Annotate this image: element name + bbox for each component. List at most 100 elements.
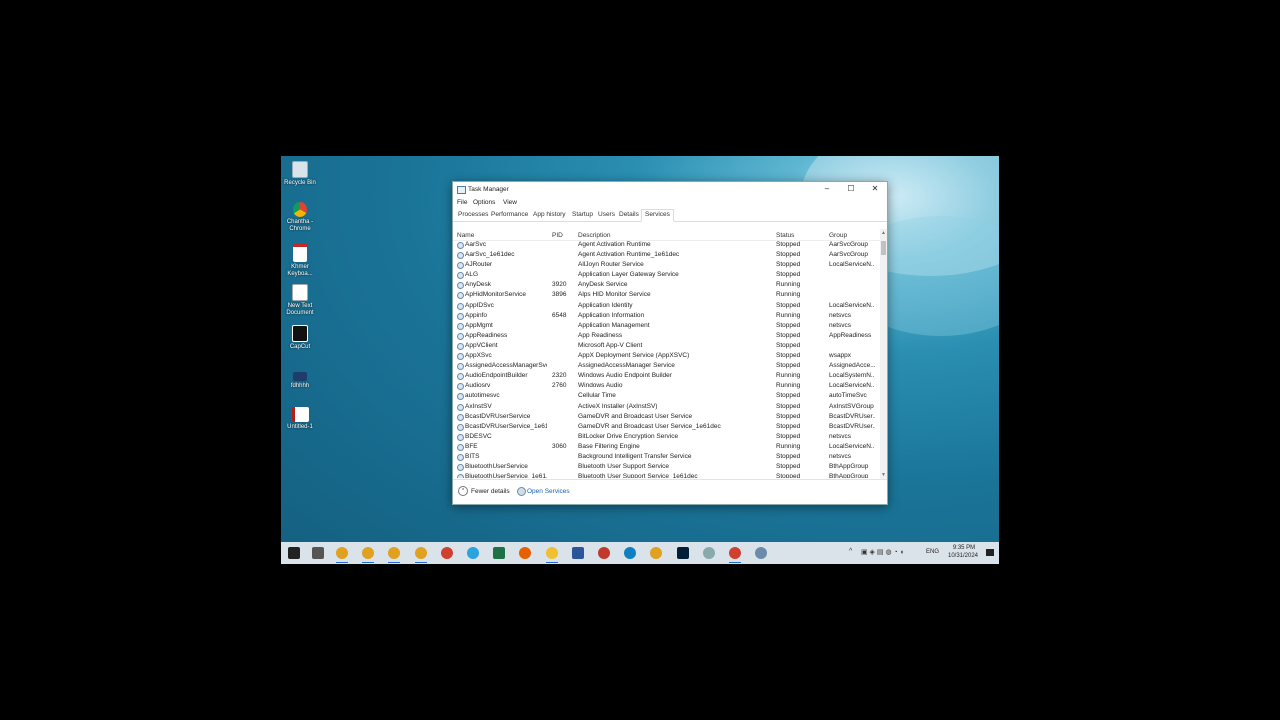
service-name: autotimesvc [465,392,500,400]
table-row[interactable]: AppIDSvc Application Identity Stopped Local… [453,301,879,311]
table-row[interactable]: AssignedAccessManagerSvc AssignedAccessMa… [453,361,879,371]
vertical-scrollbar[interactable]: ▲ ▼ [880,229,887,479]
desktop-icon-label: Untitled-1 [287,424,313,430]
tab-app-history[interactable]: App history [530,210,569,221]
app-icon[interactable] [729,547,741,559]
minimize-button[interactable]: – [821,184,833,194]
chrome-icon[interactable] [336,547,348,559]
menu-options[interactable]: Options [473,199,495,206]
close-button[interactable]: ✕ [869,184,881,194]
table-row[interactable]: ALG Application Layer Gateway Service Stop… [453,270,879,280]
desktop-icon-untitled[interactable]: Untitled-1 [280,407,320,431]
table-row[interactable]: Appinfo 6548 Application Information Runnin… [453,311,879,321]
column-header-group[interactable]: Group [829,232,847,239]
service-gear-icon [457,322,464,330]
scroll-down-icon[interactable]: ▼ [880,472,887,478]
table-row[interactable]: BDESVC BitLocker Drive Encryption Service… [453,432,879,442]
service-gear-icon [457,242,464,249]
tab-processes[interactable]: Processes [455,210,491,221]
firefox-icon[interactable] [519,547,532,559]
service-description: GameDVR and Broadcast User Service [578,412,693,420]
clock-date[interactable]: 10/31/2024 [943,553,983,559]
menu-view[interactable]: View [503,199,517,206]
chrome-icon[interactable] [362,547,375,559]
scroll-up-icon[interactable]: ▲ [880,230,887,236]
table-row[interactable]: autotimesvc Cellular Time Stopped autoTimeS… [453,391,879,401]
table-row[interactable]: AppVClient Microsoft App-V Client Stopped [453,341,879,351]
tab-users[interactable]: Users [595,210,618,221]
table-row[interactable]: BITS Background Intelligent Transfer Serv… [453,452,879,462]
table-row[interactable]: BluetoothUserService Bluetooth User Suppo… [453,462,879,472]
tray-icons[interactable]: ▣ ◈ ▤ ◍ ◔ ◖ [861,548,904,556]
excel-icon[interactable] [493,547,506,559]
table-row[interactable]: AarSvc_1e61dec Agent Activation Runtime_1… [453,250,879,260]
desktop-icon-label: fdhhhh [290,383,310,389]
service-pid: 3896 [552,291,567,299]
video-icon[interactable] [598,547,610,559]
column-header-pid[interactable]: PID [552,232,563,239]
menu-file[interactable]: File [457,199,467,206]
table-row[interactable]: AarSvc Agent Activation Runtime Stopped Aar… [453,240,879,250]
table-row[interactable]: BcastDVRUserService GameDVR and Broadcast… [453,412,879,422]
notification-icon[interactable] [986,549,994,556]
mouse-cursor [510,216,514,219]
app-icon[interactable] [440,547,453,559]
telegram-icon[interactable] [467,547,479,559]
task-manager-icon[interactable] [755,547,768,559]
table-row[interactable]: Audiosrv 2760 Windows Audio Running LocalSer… [453,381,879,391]
service-group: AppReadiness [829,331,872,339]
start-icon[interactable] [288,547,300,559]
desktop-icon-chrome[interactable]: Chantha - Chrome [280,202,320,233]
language-indicator[interactable]: ENG [926,549,939,555]
word-icon[interactable] [571,547,584,559]
table-row[interactable]: BFE 3060 Base Filtering Engine Running Local… [453,442,879,452]
chrome-icon[interactable] [414,547,427,559]
maximize-button[interactable]: ☐ [845,184,857,194]
service-status: Stopped [776,432,801,440]
desktop-icon-new-text-document[interactable]: New Text Document [280,284,320,317]
snipping-icon[interactable] [702,547,715,559]
show-hidden-icons[interactable]: ^ [849,548,852,555]
table-row[interactable]: ApHidMonitorService 3896 Alps HID Monitor … [453,290,879,300]
table-row[interactable]: AppReadiness App Readiness Stopped AppReadi… [453,331,879,341]
edge-icon[interactable] [624,547,637,559]
service-description: Agent Activation Runtime_1e61dec [578,251,680,259]
table-row[interactable]: AnyDesk 3920 AnyDesk Service Running [453,280,879,290]
table-row[interactable]: AJRouter AllJoyn Router Service Stopped Loc… [453,260,879,270]
tab-details[interactable]: Details [616,210,642,221]
desktop-icon-khmer-keyboard[interactable]: Khmer Keyboa... [280,243,320,278]
scrollbar-thumb[interactable] [881,241,886,255]
photoshop-icon[interactable] [676,547,689,559]
file-explorer-icon[interactable] [545,547,558,559]
desktop-icon-capcut[interactable]: CapCut [280,325,320,351]
chevron-up-icon[interactable]: ^ [458,486,468,496]
desktop-icon-fdhhhh[interactable]: fdhhhh [280,369,320,390]
service-status: Running [776,291,801,299]
task-manager-window: Task Manager – ☐ ✕ File Options View Pro… [452,181,888,505]
footer: ^ Fewer details Open Services [453,479,887,504]
service-gear-icon [457,433,464,441]
title-bar[interactable]: Task Manager – ☐ ✕ [453,182,887,197]
table-row[interactable]: AxInstSV ActiveX Installer (AxInstSV) Stop… [453,402,879,412]
column-header-name[interactable]: Name [457,232,474,239]
fewer-details-link[interactable]: Fewer details [471,488,510,495]
column-header-description[interactable]: Description [578,232,611,239]
tab-startup[interactable]: Startup [569,210,596,221]
service-name: Audiosrv [465,382,491,390]
chrome-icon[interactable] [388,547,401,559]
chrome-icon[interactable] [650,547,663,559]
table-row[interactable]: BcastDVRUserService_1e61... GameDVR and B… [453,422,879,432]
open-services-link[interactable]: Open Services [527,488,570,495]
desktop-icon-recycle-bin[interactable]: Recycle Bin [280,161,320,187]
service-description: Bluetooth User Support Service [578,463,670,471]
service-name: AarSvc [465,241,486,248]
column-header-status[interactable]: Status [776,232,794,239]
task-view-icon[interactable] [312,547,324,559]
table-row[interactable]: AudioEndpointBuilder 2320 Windows Audio En… [453,371,879,381]
tab-services[interactable]: Services [641,209,674,222]
table-row[interactable]: BluetoothUserService_1e61... Bluetooth Us… [453,472,879,478]
service-group: AarSvcGroup [829,241,869,248]
table-row[interactable]: AppMgmt Application Management Stopped nets… [453,321,879,331]
table-row[interactable]: AppXSvc AppX Deployment Service (AppXSVC)… [453,351,879,361]
clock-time[interactable]: 9:35 PM [947,545,981,551]
